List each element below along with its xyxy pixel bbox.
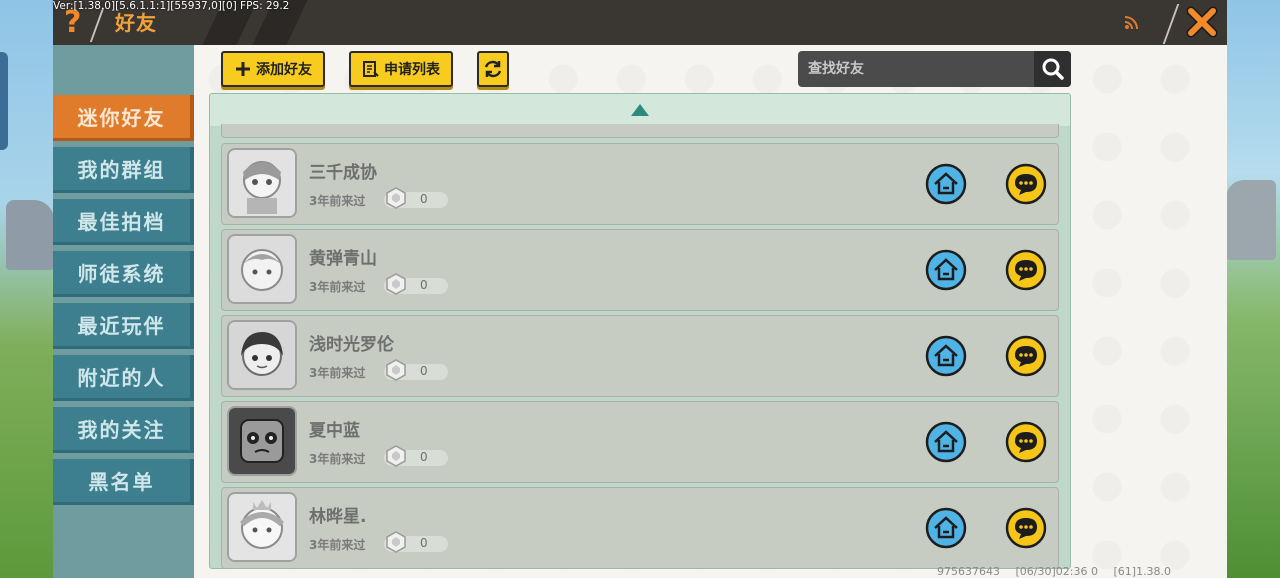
- list-item[interactable]: 黄弹青山 3年前来过 0: [221, 229, 1059, 311]
- tab-nearby-people[interactable]: 附近的人: [53, 355, 194, 401]
- apply-list-label: 申请列表: [384, 62, 440, 78]
- avatar: [227, 406, 297, 476]
- last-seen: 3年前来过: [309, 452, 366, 466]
- score-value: 0: [420, 278, 428, 292]
- friend-name: 林晔星.: [309, 507, 367, 527]
- home-icon[interactable]: [925, 507, 967, 549]
- user-id: 975637643: [937, 565, 1000, 578]
- home-icon[interactable]: [925, 249, 967, 291]
- chat-icon[interactable]: [1005, 507, 1047, 549]
- sidebar: 迷你好友 我的群组 最佳拍档 师徒系统 最近玩伴 附近的人 我的关注 黑名单: [53, 45, 194, 578]
- list-item[interactable]: 三千成协 3年前来过 0: [221, 143, 1059, 225]
- score-value: 0: [420, 536, 428, 550]
- timestamp: [06/30]02:36 0: [1015, 565, 1098, 578]
- home-icon[interactable]: [925, 163, 967, 205]
- friends-panel: 迷你好友 我的群组 最佳拍档 师徒系统 最近玩伴 附近的人 我的关注 黑名单 添…: [53, 45, 1227, 578]
- tab-blacklist[interactable]: 黑名单: [53, 459, 194, 505]
- refresh-icon: [484, 60, 502, 78]
- friend-name: 三千成协: [309, 163, 377, 183]
- hexagon-badge-icon: [386, 359, 406, 381]
- search-box: [798, 51, 1071, 87]
- triangle-up-icon: [631, 104, 649, 116]
- debug-info: Ver:[1.38.0][5.6.1.1:1][55937,0][0] FPS:…: [53, 0, 290, 12]
- hexagon-badge-icon: [386, 445, 406, 467]
- avatar: [227, 234, 297, 304]
- tab-mini-friends[interactable]: 迷你好友: [53, 95, 194, 141]
- friend-name: 黄弹青山: [309, 249, 377, 269]
- search-button[interactable]: [1034, 51, 1071, 87]
- list-item[interactable]: 夏中蓝 3年前来过 0: [221, 401, 1059, 483]
- list-item-partial: [221, 124, 1059, 138]
- chat-icon[interactable]: [1005, 335, 1047, 377]
- search-input[interactable]: [798, 51, 1034, 87]
- refresh-button[interactable]: [477, 51, 509, 87]
- list-icon: [363, 61, 379, 77]
- side-drawer-handle[interactable]: [0, 52, 8, 150]
- home-icon[interactable]: [925, 421, 967, 463]
- scenery-right: [1220, 0, 1280, 578]
- chat-icon[interactable]: [1005, 249, 1047, 291]
- rss-icon: [1124, 16, 1138, 30]
- footer-info: 975637643 [06/30]02:36 0 [61]1.38.0: [937, 565, 1183, 578]
- hexagon-badge-icon: [386, 273, 406, 295]
- tab-best-partner[interactable]: 最佳拍档: [53, 199, 194, 245]
- chat-icon[interactable]: [1005, 163, 1047, 205]
- list-item[interactable]: 林晔星. 3年前来过 0: [221, 487, 1059, 568]
- avatar: [227, 320, 297, 390]
- add-friend-button[interactable]: 添加好友: [221, 51, 325, 87]
- home-icon[interactable]: [925, 335, 967, 377]
- search-icon: [1042, 58, 1064, 80]
- avatar: [227, 492, 297, 562]
- tab-recent-players[interactable]: 最近玩伴: [53, 303, 194, 349]
- plus-icon: [236, 62, 250, 76]
- list-item[interactable]: 浅时光罗伦 3年前来过 0: [221, 315, 1059, 397]
- scroll-up-arrow[interactable]: [210, 94, 1070, 126]
- tab-my-groups[interactable]: 我的群组: [53, 147, 194, 193]
- friend-list[interactable]: 三千成协 3年前来过 0 黄弹青山 3年前来过 0 浅时光罗伦 3年前来过 0 …: [209, 93, 1071, 569]
- hexagon-badge-icon: [386, 187, 406, 209]
- last-seen: 3年前来过: [309, 538, 366, 552]
- tab-my-follows[interactable]: 我的关注: [53, 407, 194, 453]
- friend-name: 浅时光罗伦: [309, 335, 394, 355]
- chat-icon[interactable]: [1005, 421, 1047, 463]
- last-seen: 3年前来过: [309, 194, 366, 208]
- score-value: 0: [420, 192, 428, 206]
- last-seen: 3年前来过: [309, 366, 366, 380]
- avatar: [227, 148, 297, 218]
- build-version: [61]1.38.0: [1113, 565, 1172, 578]
- score-value: 0: [420, 450, 428, 464]
- last-seen: 3年前来过: [309, 280, 366, 294]
- hexagon-badge-icon: [386, 531, 406, 553]
- tab-mentor-system[interactable]: 师徒系统: [53, 251, 194, 297]
- score-value: 0: [420, 364, 428, 378]
- friend-name: 夏中蓝: [309, 421, 360, 441]
- apply-list-button[interactable]: 申请列表: [349, 51, 453, 87]
- add-friend-label: 添加好友: [256, 62, 312, 78]
- scenery-left: [0, 0, 60, 578]
- close-icon[interactable]: [1184, 4, 1220, 40]
